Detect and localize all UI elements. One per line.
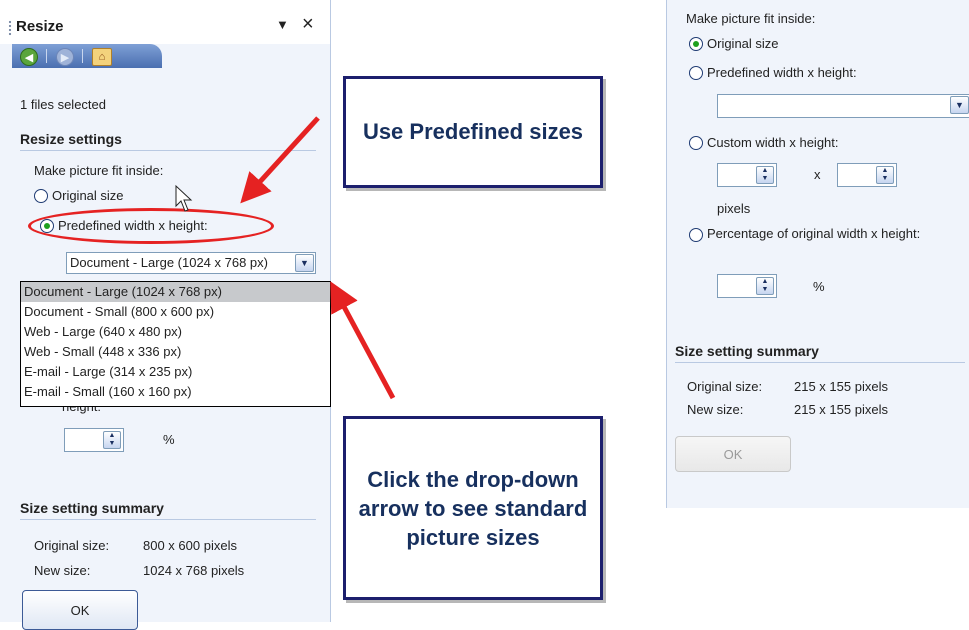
- new-size-value: 1024 x 768 pixels: [143, 563, 245, 578]
- dropdown-options-list[interactable]: Document - Large (1024 x 768 px) Documen…: [20, 281, 331, 407]
- nav-divider: [82, 49, 83, 63]
- radio-button[interactable]: [689, 228, 703, 242]
- radio-button[interactable]: [34, 188, 48, 203]
- back-arrow-icon[interactable]: ◀: [20, 48, 38, 66]
- pixels-label: pixels: [717, 201, 751, 216]
- callout-text: Use Predefined sizes: [362, 119, 584, 144]
- predefined-size-dropdown[interactable]: Document - Large (1024 x 768 px) ▼: [66, 252, 316, 274]
- fit-inside-label: Make picture fit inside:: [34, 163, 164, 178]
- nav-divider: [46, 49, 47, 63]
- dropdown-selected-value: Document - Large (1024 x 768 px): [70, 255, 268, 270]
- radio-label: Percentage of original width x height:: [707, 226, 921, 241]
- percent-symbol: %: [813, 279, 825, 294]
- original-size-label: Original size:: [687, 379, 763, 394]
- spinner-arrows-icon[interactable]: ▲ ▼: [756, 277, 774, 295]
- dropdown-option[interactable]: Document - Small (800 x 600 px): [21, 302, 330, 322]
- radio-label: Custom width x height:: [707, 135, 839, 150]
- radio-original-size[interactable]: Original size: [34, 188, 124, 203]
- percentage-spinner[interactable]: ▲ ▼: [717, 274, 777, 298]
- radio-label: Predefined width x height:: [707, 65, 857, 80]
- radio-label: Original size: [52, 188, 124, 203]
- percent-symbol: %: [163, 432, 175, 447]
- callout-predefined-sizes: Use Predefined sizes: [343, 76, 603, 188]
- spinner-arrows-icon[interactable]: ▲ ▼: [756, 166, 774, 184]
- predefined-size-dropdown[interactable]: ▼: [717, 94, 969, 118]
- highlight-ellipse: [28, 208, 274, 244]
- new-size-label: New size:: [687, 402, 744, 417]
- callout-dropdown-arrow: Click the drop-down arrow to see standar…: [343, 416, 603, 600]
- radio-custom-size[interactable]: Custom width x height:: [689, 135, 839, 150]
- radio-original-size[interactable]: Original size: [689, 36, 779, 51]
- grip-icon[interactable]: [8, 20, 12, 36]
- dropdown-option[interactable]: Document - Large (1024 x 768 px): [21, 282, 330, 302]
- chevron-down-icon[interactable]: ▼: [295, 254, 314, 272]
- dropdown-option[interactable]: E-mail - Small (160 x 160 px): [21, 382, 330, 402]
- resize-settings-heading: Resize settings: [20, 131, 316, 151]
- size-summary-heading: Size setting summary: [675, 343, 965, 363]
- callout-text: Click the drop-down arrow to see standar…: [358, 466, 588, 550]
- dropdown-option[interactable]: Web - Small (448 x 336 px): [21, 342, 330, 362]
- new-size-label: New size:: [34, 563, 91, 578]
- fit-inside-label: Make picture fit inside:: [686, 11, 816, 26]
- radio-button[interactable]: [689, 135, 703, 150]
- original-size-value: 215 x 155 pixels: [794, 379, 888, 394]
- pane-menu-button[interactable]: ▼: [276, 17, 289, 32]
- dropdown-option[interactable]: E-mail - Large (314 x 235 px): [21, 362, 330, 382]
- close-icon[interactable]: ×: [302, 14, 314, 34]
- radio-button[interactable]: [689, 65, 703, 80]
- radio-label: Original size: [707, 36, 779, 51]
- files-selected-text: 1 files selected: [20, 97, 106, 112]
- height-spinner[interactable]: ▲ ▼: [837, 163, 897, 187]
- dropdown-option[interactable]: Web - Large (640 x 480 px): [21, 322, 330, 342]
- new-size-value: 215 x 155 pixels: [794, 402, 888, 417]
- width-spinner[interactable]: ▲ ▼: [717, 163, 777, 187]
- radio-percentage[interactable]: Percentage of original width x height:: [689, 225, 959, 242]
- ok-button-disabled[interactable]: OK: [675, 436, 791, 472]
- pane-title: Resize: [16, 18, 64, 35]
- original-size-label: Original size:: [34, 538, 110, 553]
- ok-button[interactable]: OK: [22, 590, 138, 630]
- chevron-down-icon[interactable]: ▼: [950, 96, 969, 114]
- arrow-to-dropdown: [330, 281, 396, 400]
- times-symbol: x: [814, 167, 821, 182]
- percentage-spinner[interactable]: ▲ ▼: [64, 428, 124, 452]
- spinner-arrows-icon[interactable]: ▲ ▼: [876, 166, 894, 184]
- resize-settings-panel: Make picture fit inside: Original size P…: [666, 0, 969, 508]
- spinner-arrows-icon[interactable]: ▲ ▼: [103, 431, 121, 449]
- forward-arrow-icon[interactable]: ▶: [56, 48, 74, 66]
- size-summary-heading: Size setting summary: [20, 500, 316, 520]
- original-size-value: 800 x 600 pixels: [143, 538, 237, 553]
- radio-button-selected[interactable]: [689, 36, 703, 51]
- pane-navigation-bar: ◀ ▶ ⌂: [12, 44, 162, 68]
- resize-task-pane: Resize ▼ × ◀ ▶ ⌂ 1 files selected Resize…: [0, 0, 331, 630]
- pane-title-bar: Resize ▼ ×: [0, 0, 330, 44]
- radio-predefined-size[interactable]: Predefined width x height:: [689, 65, 857, 80]
- home-icon[interactable]: ⌂: [92, 48, 112, 66]
